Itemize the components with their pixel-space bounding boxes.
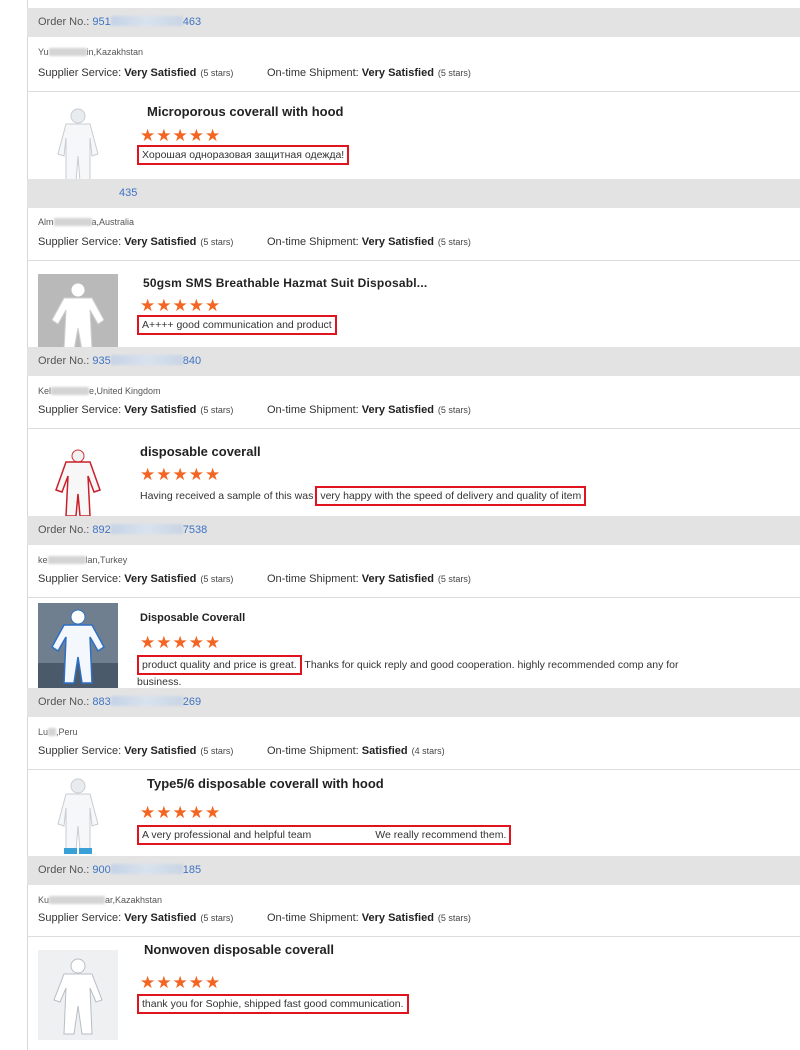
order-header: Order No.: 892 7538 (27, 516, 800, 545)
service-ratings: Supplier Service: Very Satisfied (5 stars… (38, 67, 471, 79)
review-text: product quality and price is great. Than… (137, 655, 682, 689)
buyer-location: Ku ar,Kazakhstan (38, 895, 163, 905)
order-number-link[interactable]: 935 840 (92, 355, 201, 367)
divider (27, 91, 800, 92)
product-title[interactable]: Nonwoven disposable coverall (144, 942, 334, 957)
product-thumbnail[interactable] (38, 772, 118, 862)
review-text: Хорошая одноразовая защитная одежда! (137, 145, 350, 165)
product-title[interactable]: Type5/6 disposable coverall with hood (147, 776, 384, 791)
order-label: Order No.: (38, 16, 90, 28)
order-number-link[interactable]: 435 (119, 187, 137, 199)
order-number-link[interactable]: 951 463 (92, 16, 201, 28)
review-highlight: Хорошая одноразовая защитная одежда! (137, 145, 350, 165)
supplier-rating: Very Satisfied (124, 236, 197, 248)
review-highlight: A very professional and helpful team We r… (137, 825, 512, 845)
review-text: A++++ good communication and product (137, 315, 337, 335)
service-ratings: Supplier Service: Very Satisfied (5 stars… (38, 404, 471, 416)
star-rating: ★★★★★ (140, 803, 222, 822)
order-label: Order No.: (38, 864, 90, 876)
review-highlight: product quality and price is great. (137, 655, 302, 675)
product-title[interactable]: disposable coverall (140, 444, 261, 459)
buyer-location: Kel e,United Kingdom (38, 386, 161, 396)
service-ratings: Supplier Service: Very Satisfied (5 stars… (38, 912, 471, 924)
shipment-rating: Very Satisfied (361, 912, 434, 924)
order-label: Order No.: (38, 355, 90, 367)
shipment-rating: Satisfied (361, 745, 408, 757)
supplier-rating: Very Satisfied (124, 912, 197, 924)
buyer-location: Lu ,Peru (38, 727, 78, 737)
supplier-rating: Very Satisfied (124, 404, 197, 416)
divider (27, 260, 800, 261)
star-rating: ★★★★★ (140, 973, 222, 992)
service-ratings: Supplier Service: Very Satisfied (5 stars… (38, 573, 471, 585)
supplier-rating: Very Satisfied (124, 67, 197, 79)
supplier-rating: Very Satisfied (124, 745, 197, 757)
star-rating: ★★★★★ (140, 465, 222, 484)
order-number-link[interactable]: 900 185 (92, 864, 201, 876)
order-number-link[interactable]: 892 7538 (92, 524, 207, 536)
product-title[interactable]: Disposable Coverall (140, 612, 245, 624)
supplier-rating: Very Satisfied (124, 573, 197, 585)
divider (27, 769, 800, 770)
order-label: Order No.: (38, 696, 90, 708)
buyer-location: Yu in,Kazakhstan (38, 47, 144, 57)
service-ratings: Supplier Service: Very Satisfied (5 stars… (38, 236, 471, 248)
product-thumbnail[interactable] (38, 950, 118, 1040)
order-number-link[interactable]: 883 269 (92, 696, 201, 708)
review-text: thank you for Sophie, shipped fast good … (137, 994, 409, 1014)
star-rating: ★★★★★ (140, 633, 222, 652)
product-title[interactable]: 50gsm SMS Breathable Hazmat Suit Disposa… (143, 276, 427, 290)
buyer-location: Alm a,Australia (38, 217, 135, 227)
review-highlight: very happy with the speed of delivery an… (315, 486, 587, 506)
buyer-location: ke lan,Turkey (38, 555, 128, 565)
review-text: Having received a sample of this was very… (140, 486, 587, 506)
shipment-rating: Very Satisfied (361, 573, 434, 585)
review-highlight: thank you for Sophie, shipped fast good … (137, 994, 409, 1014)
order-header: Order No.: 951 463 (27, 8, 800, 37)
review-highlight: A++++ good communication and product (137, 315, 337, 335)
star-rating: ★★★★★ (140, 126, 222, 145)
star-rating: ★★★★★ (140, 296, 222, 315)
order-header: 435 (27, 179, 800, 208)
order-header: Order No.: 935 840 (27, 347, 800, 376)
shipment-rating: Very Satisfied (361, 67, 434, 79)
order-label: Order No.: (38, 524, 90, 536)
divider (27, 428, 800, 429)
divider (27, 597, 800, 598)
service-ratings: Supplier Service: Very Satisfied (5 stars… (38, 745, 445, 757)
order-header: Order No.: 883 269 (27, 688, 800, 717)
product-thumbnail[interactable] (38, 603, 118, 693)
shipment-rating: Very Satisfied (361, 404, 434, 416)
order-header: Order No.: 900 185 (27, 856, 800, 885)
review-text: A very professional and helpful team We r… (137, 825, 512, 845)
divider (27, 936, 800, 937)
product-title[interactable]: Microporous coverall with hood (147, 104, 343, 119)
shipment-rating: Very Satisfied (361, 236, 434, 248)
